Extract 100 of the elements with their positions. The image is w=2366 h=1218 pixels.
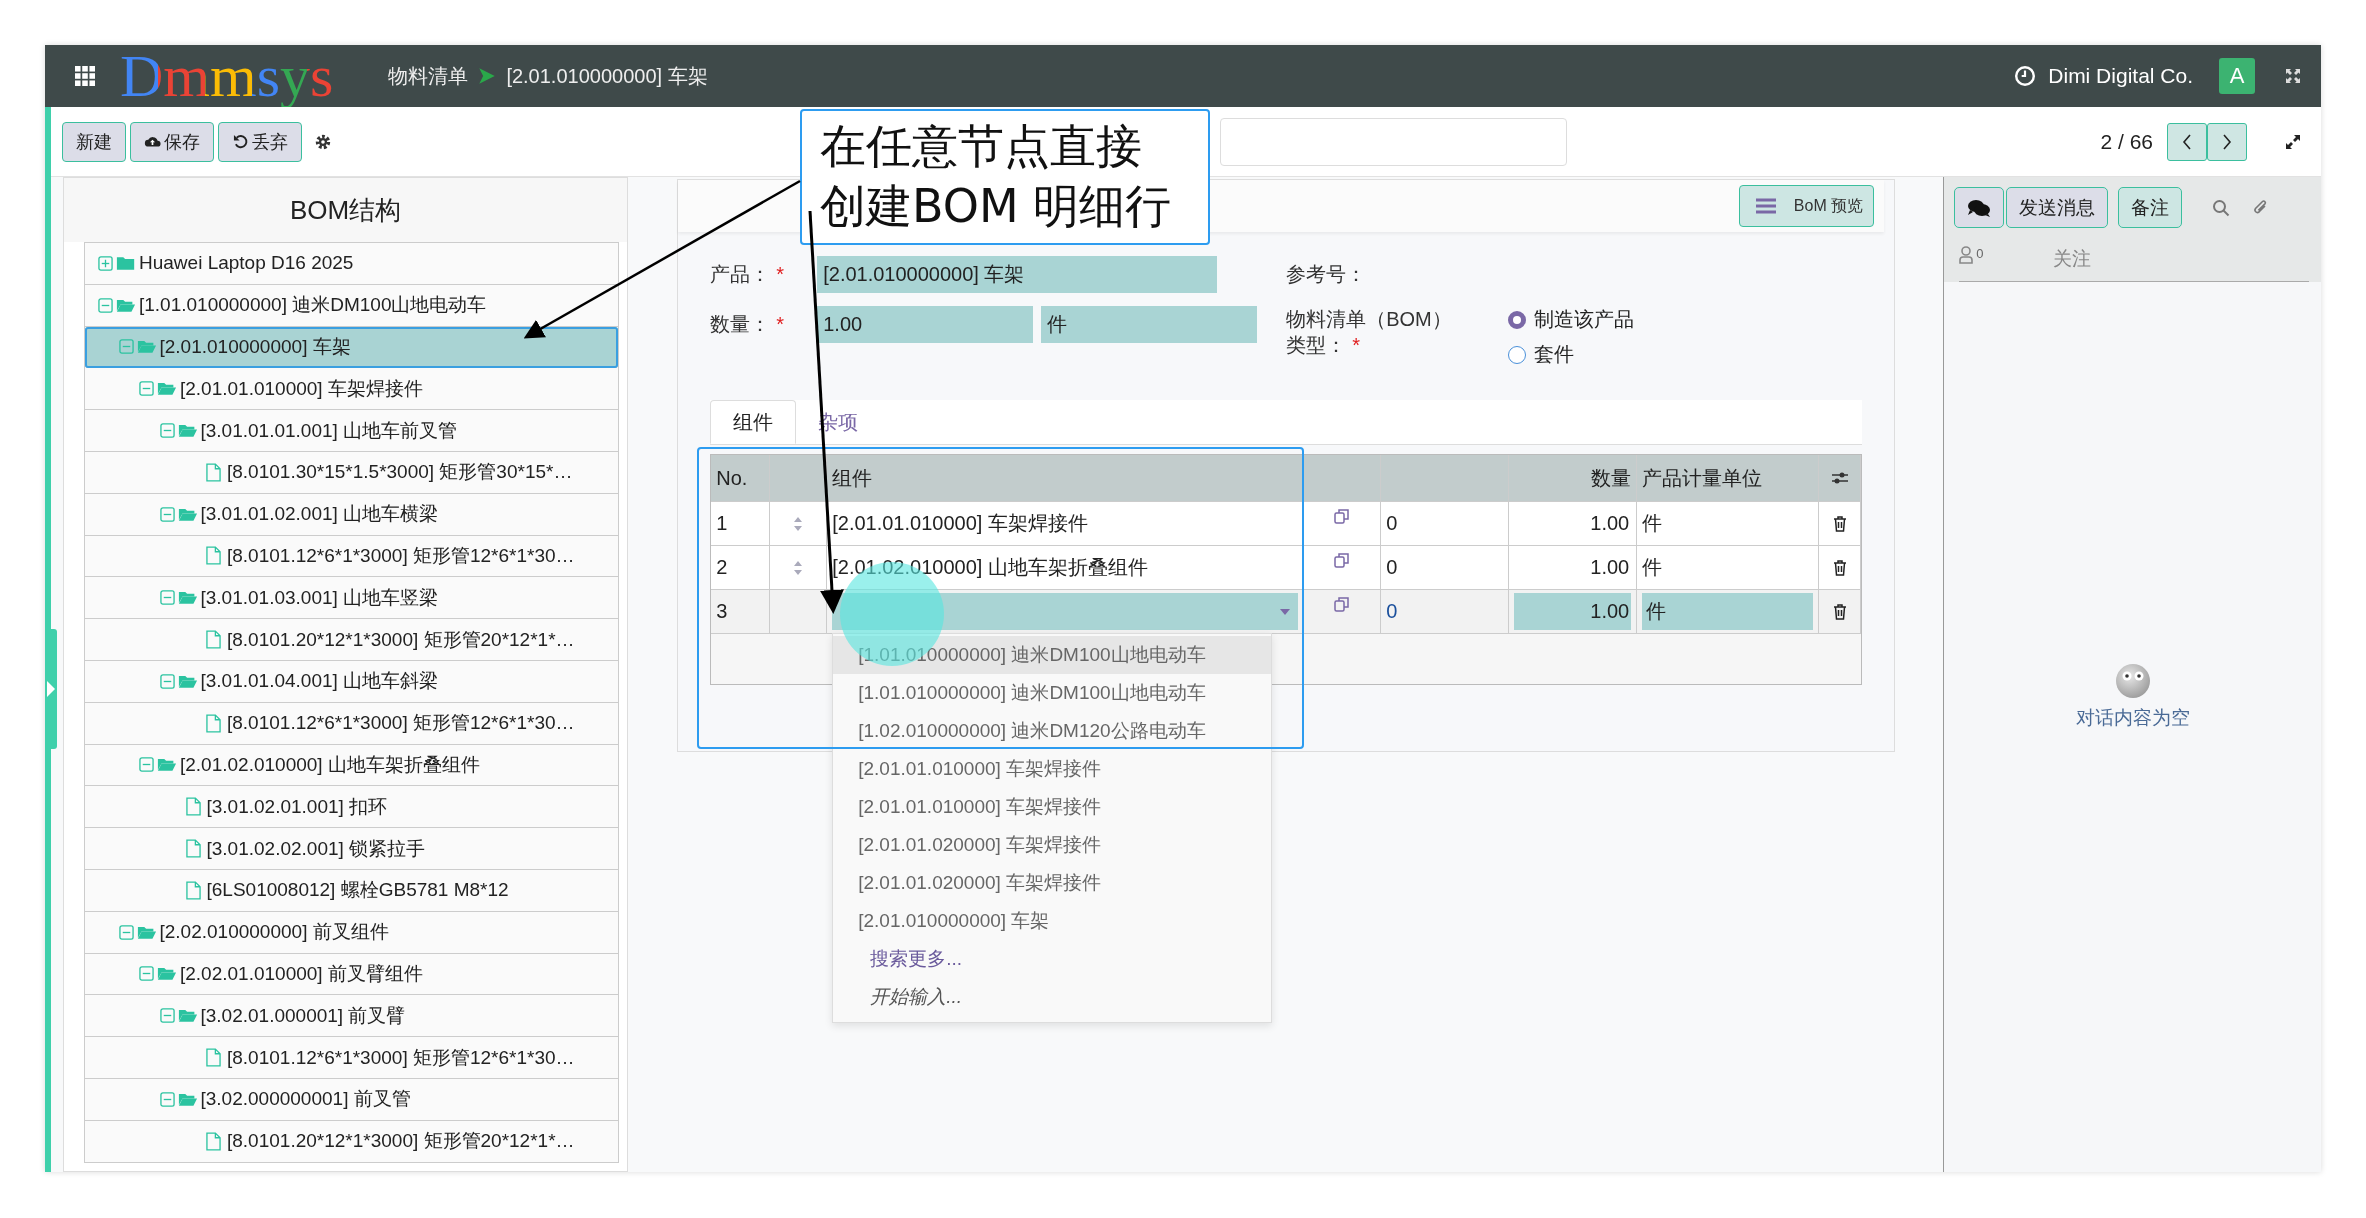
drag-handle-icon[interactable] xyxy=(793,559,804,576)
expand-icon[interactable] xyxy=(2285,133,2301,150)
tree-item[interactable]: [3.02.000000001] 前叉管 xyxy=(85,1078,619,1121)
file-icon xyxy=(206,546,221,566)
tree-item[interactable]: [2.01.01.010000] 车架焊接件 xyxy=(85,368,619,411)
empty-message: 对话内容为空 xyxy=(2075,706,2190,730)
search-field[interactable] xyxy=(1220,117,1567,166)
tab[interactable]: 组件 xyxy=(710,400,797,444)
sidebar-toggle[interactable] xyxy=(45,627,57,751)
field-label: 参考号： xyxy=(1286,262,1367,287)
collapse-icon[interactable] xyxy=(139,757,154,773)
table-cell: 0 xyxy=(1386,556,1398,579)
dropdown-option[interactable]: [2.01.01.020000] 车架焊接件 xyxy=(833,864,1272,902)
log-note-button[interactable]: 备注 xyxy=(2118,187,2183,228)
delete-icon[interactable] xyxy=(1832,603,1847,620)
field-label: 产品： * xyxy=(710,262,785,287)
apps-grid-icon[interactable] xyxy=(75,66,95,86)
tree-item[interactable]: [2.02.010000000] 前叉组件 xyxy=(85,911,619,954)
collapse-icon[interactable] xyxy=(159,1008,175,1024)
person-icon[interactable] xyxy=(1959,246,1974,264)
copy-icon[interactable] xyxy=(1334,508,1351,524)
save-button[interactable]: 保存 xyxy=(130,121,214,162)
tree-item[interactable]: [3.01.02.02.001] 锁紧拉手 xyxy=(85,828,619,870)
tree-item[interactable]: [1.01.010000000] 迪米DM100山地电动车 xyxy=(85,284,619,327)
collapse-icon[interactable] xyxy=(139,966,154,982)
tree-item[interactable]: [3.01.01.01.001] 山地车前叉管 xyxy=(85,410,619,452)
open-folder-icon xyxy=(157,757,177,773)
unit-field[interactable]: 件 xyxy=(1041,306,1258,343)
unit-cell[interactable]: 件 xyxy=(1642,593,1814,630)
previous-button[interactable] xyxy=(2167,122,2207,161)
send-message-button[interactable]: 发送消息 xyxy=(2006,187,2109,228)
search-more-link[interactable]: 搜索更多... xyxy=(833,940,1272,978)
tree-item[interactable]: [3.01.01.04.001] 山地车斜梁 xyxy=(85,660,619,703)
dropdown-option[interactable]: [2.01.01.010000] 车架焊接件 xyxy=(833,750,1272,788)
table-cell: 0 xyxy=(1386,512,1398,535)
clock-icon[interactable] xyxy=(2014,65,2037,87)
collapse-icon[interactable] xyxy=(159,1091,175,1107)
drag-handle-icon[interactable] xyxy=(793,515,804,532)
tree-item[interactable]: [3.01.01.03.001] 山地车竖梁 xyxy=(85,577,619,620)
follower-count: 0 xyxy=(1976,246,1984,261)
dropdown-option[interactable]: [2.01.01.020000] 车架焊接件 xyxy=(833,826,1272,864)
delete-icon[interactable] xyxy=(1832,515,1847,532)
tree-item[interactable]: [8.0101.12*6*1*3000] 矩形管12*6*1*30… xyxy=(85,702,619,745)
mascot-icon xyxy=(2114,663,2151,699)
radio-button[interactable] xyxy=(1508,345,1527,364)
undo-icon xyxy=(232,134,249,149)
collapse-icon[interactable] xyxy=(98,297,113,313)
collapse-icon[interactable] xyxy=(159,423,175,439)
collapse-icon[interactable] xyxy=(159,673,175,689)
dropdown-option[interactable]: [1.02.010000000] 迪米DM120公路电动车 xyxy=(833,712,1272,750)
bom-preview-button[interactable]: BoM 预览 xyxy=(1738,185,1875,227)
copy-icon[interactable] xyxy=(1334,552,1351,568)
quantity-field[interactable]: 1.00 xyxy=(817,306,1034,343)
tree-item[interactable]: [6LS01008012] 螺栓GB5781 M8*12 xyxy=(85,869,619,912)
dropdown-option[interactable]: [2.01.010000000] 车架 xyxy=(833,902,1272,940)
copy-icon[interactable] xyxy=(1334,596,1351,612)
collapse-icon[interactable] xyxy=(159,590,175,606)
discard-button[interactable]: 丢弃 xyxy=(218,121,302,162)
new-button[interactable]: 新建 xyxy=(62,121,126,162)
breadcrumb-item[interactable]: 物料清单 xyxy=(388,62,469,90)
next-button[interactable] xyxy=(2207,122,2247,161)
tree-item[interactable]: [8.0101.12*6*1*3000] 矩形管12*6*1*30… xyxy=(85,1037,619,1079)
radio-button[interactable] xyxy=(1508,310,1527,329)
collapse-icon[interactable] xyxy=(118,339,134,355)
tree-item[interactable]: [8.0101.12*6*1*3000] 矩形管12*6*1*30… xyxy=(85,535,619,578)
arrow-icon xyxy=(478,67,497,85)
tree-item[interactable]: [2.02.01.010000] 前叉臂组件 xyxy=(85,953,619,996)
tree-item[interactable]: [2.01.02.010000] 山地车架折叠组件 xyxy=(85,744,619,787)
open-folder-icon xyxy=(157,381,177,397)
collapse-icon[interactable] xyxy=(139,381,154,397)
field-label: 物料清单（BOM）类型： * xyxy=(1286,307,1453,358)
component-input[interactable] xyxy=(832,593,1299,630)
file-icon xyxy=(185,839,201,859)
settings-icon[interactable] xyxy=(314,132,332,151)
tree-item[interactable]: Huawei Laptop D16 2025 xyxy=(85,243,619,285)
table-cell: 1 xyxy=(711,502,771,545)
tree-item[interactable]: [8.0101.20*12*1*3000] 矩形管20*12*1*… xyxy=(85,1120,619,1163)
tree-item[interactable]: [8.0101.20*12*1*3000] 矩形管20*12*1*… xyxy=(85,619,619,661)
company-name[interactable]: Dimi Digital Co. xyxy=(2048,64,2193,88)
collapse-icon[interactable] xyxy=(118,924,134,940)
product-field[interactable]: [2.01.010000000] 车架 xyxy=(817,256,1218,293)
radio-label[interactable]: 制造该产品 xyxy=(1534,306,1635,333)
dropdown-option[interactable]: [1.01.010000000] 迪米DM100山地电动车 xyxy=(833,674,1272,712)
sliders-icon[interactable] xyxy=(1831,471,1848,485)
tree-item[interactable]: [3.02.01.000001] 前叉臂 xyxy=(85,995,619,1038)
dropdown-option[interactable]: [2.01.01.010000] 车架焊接件 xyxy=(833,788,1272,826)
tree-item[interactable]: [2.01.010000000] 车架 xyxy=(85,326,619,369)
search-icon[interactable] xyxy=(2212,198,2231,217)
collapse-icon[interactable] xyxy=(159,506,175,522)
tree-item[interactable]: [3.01.02.01.001] 扣环 xyxy=(85,786,619,829)
tree-item[interactable]: [8.0101.30*15*1.5*3000] 矩形管30*15*… xyxy=(85,452,619,494)
table-cell-text: [2.01.02.010000] 山地车架折叠组件 xyxy=(832,555,1148,580)
panel-title: BOM结构 xyxy=(64,178,628,242)
delete-icon[interactable] xyxy=(1832,559,1847,576)
open-folder-icon xyxy=(177,673,198,689)
radio-label[interactable]: 套件 xyxy=(1534,341,1575,368)
tree-item[interactable]: [3.01.01.02.001] 山地车横梁 xyxy=(85,493,619,536)
quantity-cell[interactable]: 1.00 xyxy=(1514,593,1632,630)
fullscreen-icon[interactable] xyxy=(2285,68,2301,84)
chat-button[interactable] xyxy=(1954,187,2005,228)
